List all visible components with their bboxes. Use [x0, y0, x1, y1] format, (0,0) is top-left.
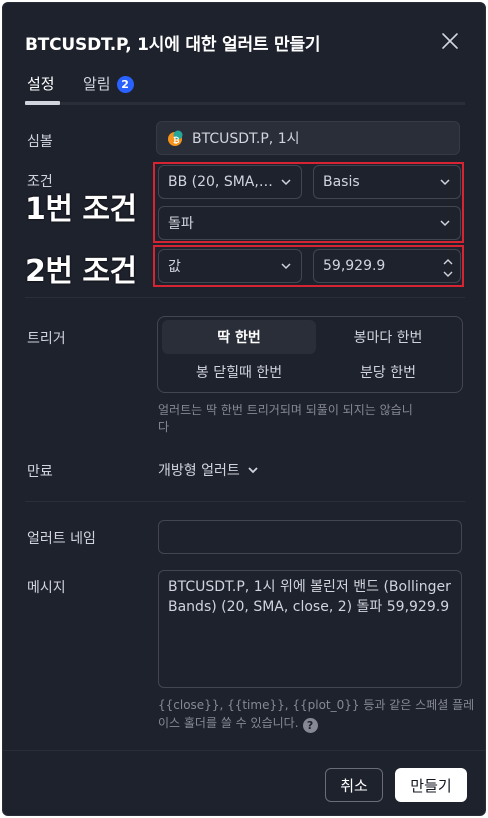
operator-select[interactable]: 돌파	[158, 206, 461, 240]
btc-coin-icon: ₿	[168, 130, 183, 146]
trigger-segmented-control: 딱 한번 봉마다 한번 봉 닫힐때 한번 분당 한번	[157, 316, 463, 393]
trigger-option-once-per-minute[interactable]: 분당 한번	[316, 355, 460, 389]
indicator-select[interactable]: BB (20, SMA, cl...	[158, 165, 302, 199]
cancel-button[interactable]: 취소	[325, 768, 383, 802]
alert-name-input[interactable]	[158, 520, 462, 554]
chevron-down-icon	[440, 179, 450, 186]
message-hint-line1: {{close}}, {{time}}, {{plot_0}} 등과 같은 스페…	[158, 698, 475, 712]
expiration-dropdown[interactable]: 개방형 얼러트	[158, 460, 260, 480]
tab-settings-label: 설정	[27, 75, 55, 93]
value-input-text: 59,929.9	[323, 258, 386, 274]
svg-text:₿: ₿	[173, 136, 180, 145]
tab-bar: 설정 알림 2	[25, 73, 465, 107]
trigger-option-once[interactable]: 딱 한번	[162, 320, 316, 354]
active-tab-indicator	[25, 101, 60, 105]
value-type-select[interactable]: 값	[158, 249, 302, 283]
chevron-down-icon	[281, 263, 291, 270]
symbol-field[interactable]: ₿ BTCUSDT.P, 1시	[156, 121, 460, 155]
symbol-label: 심볼	[27, 134, 53, 150]
tab-notifications[interactable]: 알림 2	[83, 73, 134, 94]
notification-count-badge: 2	[116, 76, 134, 93]
value-input[interactable]: 59,929.9	[313, 249, 461, 283]
trigger-help-line2: 다	[158, 420, 170, 434]
close-icon[interactable]	[437, 28, 463, 54]
condition1-annotation: 1번 조건	[25, 192, 137, 227]
dialog-footer: 취소 만들기	[3, 750, 485, 815]
create-button[interactable]: 만들기	[395, 768, 467, 802]
chevron-down-icon	[440, 220, 450, 227]
trigger-label: 트리거	[27, 331, 66, 347]
condition2-annotation: 2번 조건	[25, 254, 137, 289]
expiration-label: 만료	[27, 464, 53, 480]
alert-name-label: 얼러트 네임	[27, 531, 96, 547]
spinner-arrows-icon[interactable]	[442, 255, 454, 281]
section-divider	[25, 501, 465, 502]
tab-settings[interactable]: 설정	[27, 73, 55, 94]
section-divider	[25, 297, 465, 298]
message-hint-line2-text: 이스 홀더를 쓸 수 있습니다.	[158, 716, 299, 730]
message-label: 메시지	[27, 580, 66, 596]
dialog-title: BTCUSDT.P, 1시에 대한 얼러트 만들기	[25, 35, 321, 55]
alert-dialog: BTCUSDT.P, 1시에 대한 얼러트 만들기 설정 알림 2 심볼 ₿ BT…	[2, 2, 486, 816]
operator-value: 돌파	[168, 216, 194, 232]
trigger-help-line1: 얼러트는 딱 한번 트리거되며 되풀이 되지는 않습니	[158, 403, 413, 417]
symbol-value: BTCUSDT.P, 1시	[192, 131, 300, 147]
tab-notifications-label: 알림	[83, 75, 111, 93]
chevron-down-icon	[281, 179, 291, 186]
message-hint-line2: 이스 홀더를 쓸 수 있습니다.?	[158, 714, 318, 733]
tab-track	[25, 102, 465, 105]
indicator-line-select[interactable]: Basis	[313, 165, 461, 199]
trigger-option-once-per-bar-close[interactable]: 봉 닫힐때 한번	[162, 355, 316, 389]
chevron-down-icon	[248, 467, 258, 474]
question-icon[interactable]: ?	[302, 718, 318, 733]
expiration-value: 개방형 얼러트	[158, 463, 240, 479]
trigger-option-once-per-bar[interactable]: 봉마다 한번	[316, 320, 460, 354]
message-textarea[interactable]: BTCUSDT.P, 1시 위에 볼린저 밴드 (Bollinger Bands…	[158, 570, 462, 688]
